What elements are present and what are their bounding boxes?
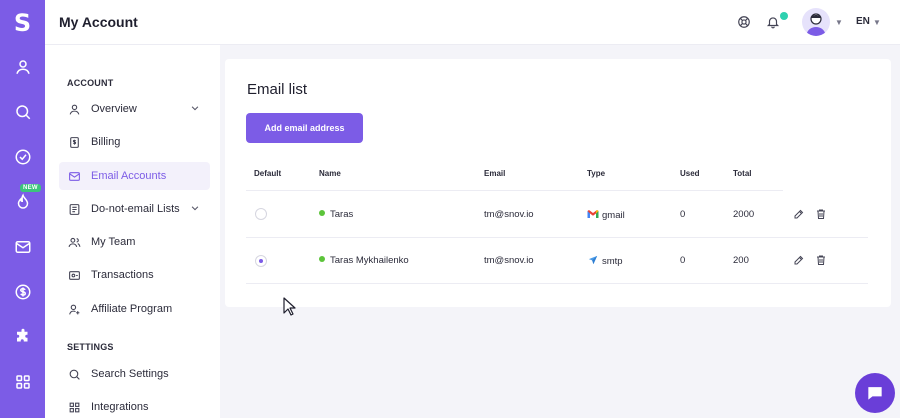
rail-deals[interactable] [0,280,45,304]
row-total: 200 [733,255,749,266]
status-dot [319,256,325,262]
column-header-name: Name [319,169,341,178]
chevron-down-icon [191,106,199,111]
section-title-account: ACCOUNT [67,78,114,88]
divider [246,190,783,191]
puzzle-icon [16,328,27,342]
sidebar-item-label: Affiliate Program [91,303,173,315]
delete-trash-icon[interactable] [815,254,827,266]
integrations-icon [67,400,81,414]
team-icon [67,235,81,249]
sidebar-item-my-team[interactable]: My Team [59,228,210,256]
check-circle-icon [15,149,30,165]
page-title: My Account [59,14,138,30]
user-icon [15,60,30,74]
mouse-cursor-icon [283,297,296,316]
row-total: 2000 [733,209,755,220]
sidebar-item-billing[interactable]: Billing [59,128,210,156]
column-header-used: Used [680,169,700,178]
sidebar-item-label: Transactions [91,269,154,281]
sidebar-item-search-settings[interactable]: Search Settings [59,360,210,388]
search-icon [67,367,81,381]
rail-search[interactable] [0,100,45,124]
default-radio[interactable] [255,208,267,220]
rail-mail[interactable] [0,235,45,259]
mail-icon [67,169,81,183]
rail-extensions[interactable] [0,325,45,349]
flame-icon [17,193,28,209]
avatar[interactable] [802,8,830,36]
row-used: 0 [680,209,686,220]
new-badge: NEW [20,184,41,192]
chevron-down-icon [191,206,199,211]
edit-pencil-icon[interactable] [793,254,805,266]
sidebar-item-label: Search Settings [91,368,169,380]
rail-user[interactable] [0,55,45,79]
sidebar-item-label: Billing [91,136,121,148]
dollar-icon [15,284,30,300]
column-header-default: Default [254,169,282,178]
email-list-card: Email list Add email address Default Nam… [225,59,891,307]
column-header-total: Total [733,169,752,178]
rail-apps[interactable] [0,370,45,394]
row-email: tm@snov.io [484,209,534,220]
sidebar-item-transactions[interactable]: Transactions [59,261,210,289]
bell-icon [766,17,780,29]
column-header-email: Email [484,169,506,178]
mail-icon [15,241,30,253]
support-lifebuoy-icon [738,16,750,28]
sidebar-item-overview[interactable]: Overview [59,95,210,123]
logo[interactable]: S [0,0,45,45]
chevron-down-icon[interactable]: ▼ [835,18,843,27]
chat-widget-button[interactable] [855,373,895,413]
divider [246,237,868,238]
add-email-address-button[interactable]: Add email address [246,113,363,143]
default-radio-selected[interactable] [255,255,267,267]
row-email: tm@snov.io [484,255,534,266]
section-title-settings: SETTINGS [67,342,114,352]
user-plus-icon [67,302,81,316]
rail-warmup[interactable] [0,190,45,214]
row-type: smtp [587,255,623,267]
row-used: 0 [680,255,686,266]
divider [246,283,868,284]
avatar-icon [806,13,826,36]
status-dot [319,210,325,216]
row-name: Taras [319,209,353,220]
gmail-icon [587,210,599,218]
send-plane-icon [588,255,598,265]
chat-bubble-icon [868,387,882,400]
account-sidebar: ACCOUNT Overview Billing Email Accounts … [45,45,220,418]
rail-tasks[interactable] [0,145,45,169]
sidebar-item-label: My Team [91,236,136,248]
support-button[interactable] [735,13,753,31]
user-icon [67,102,81,116]
sidebar-item-label: Email Accounts [91,170,167,182]
edit-pencil-icon[interactable] [793,208,805,220]
sidebar-item-label: Do-not-email Lists [91,203,180,215]
search-icon [15,105,30,120]
language-selector[interactable]: EN [856,16,870,27]
language-chevron-down-icon[interactable]: ▼ [873,18,881,27]
row-type: gmail [587,209,625,221]
row-name: Taras Mykhailenko [319,255,409,266]
sidebar-item-label: Integrations [91,401,149,413]
billing-icon [67,135,81,149]
notification-dot [780,12,788,20]
list-icon [67,202,81,216]
sidebar-item-do-not-email-lists[interactable]: Do-not-email Lists [59,195,210,223]
wallet-icon [67,268,81,282]
sidebar-item-affiliate-program[interactable]: Affiliate Program [59,295,210,323]
section-heading: Email list [247,81,308,98]
top-header: My Account ▼ EN ▼ [45,0,900,45]
icon-rail: S NEW [0,0,45,418]
delete-trash-icon[interactable] [815,208,827,220]
sidebar-item-label: Overview [91,103,137,115]
column-header-type: Type [587,169,606,178]
sidebar-item-integrations[interactable]: Integrations [59,393,210,418]
apps-grid-icon [15,375,30,389]
sidebar-item-email-accounts[interactable]: Email Accounts [59,162,210,190]
